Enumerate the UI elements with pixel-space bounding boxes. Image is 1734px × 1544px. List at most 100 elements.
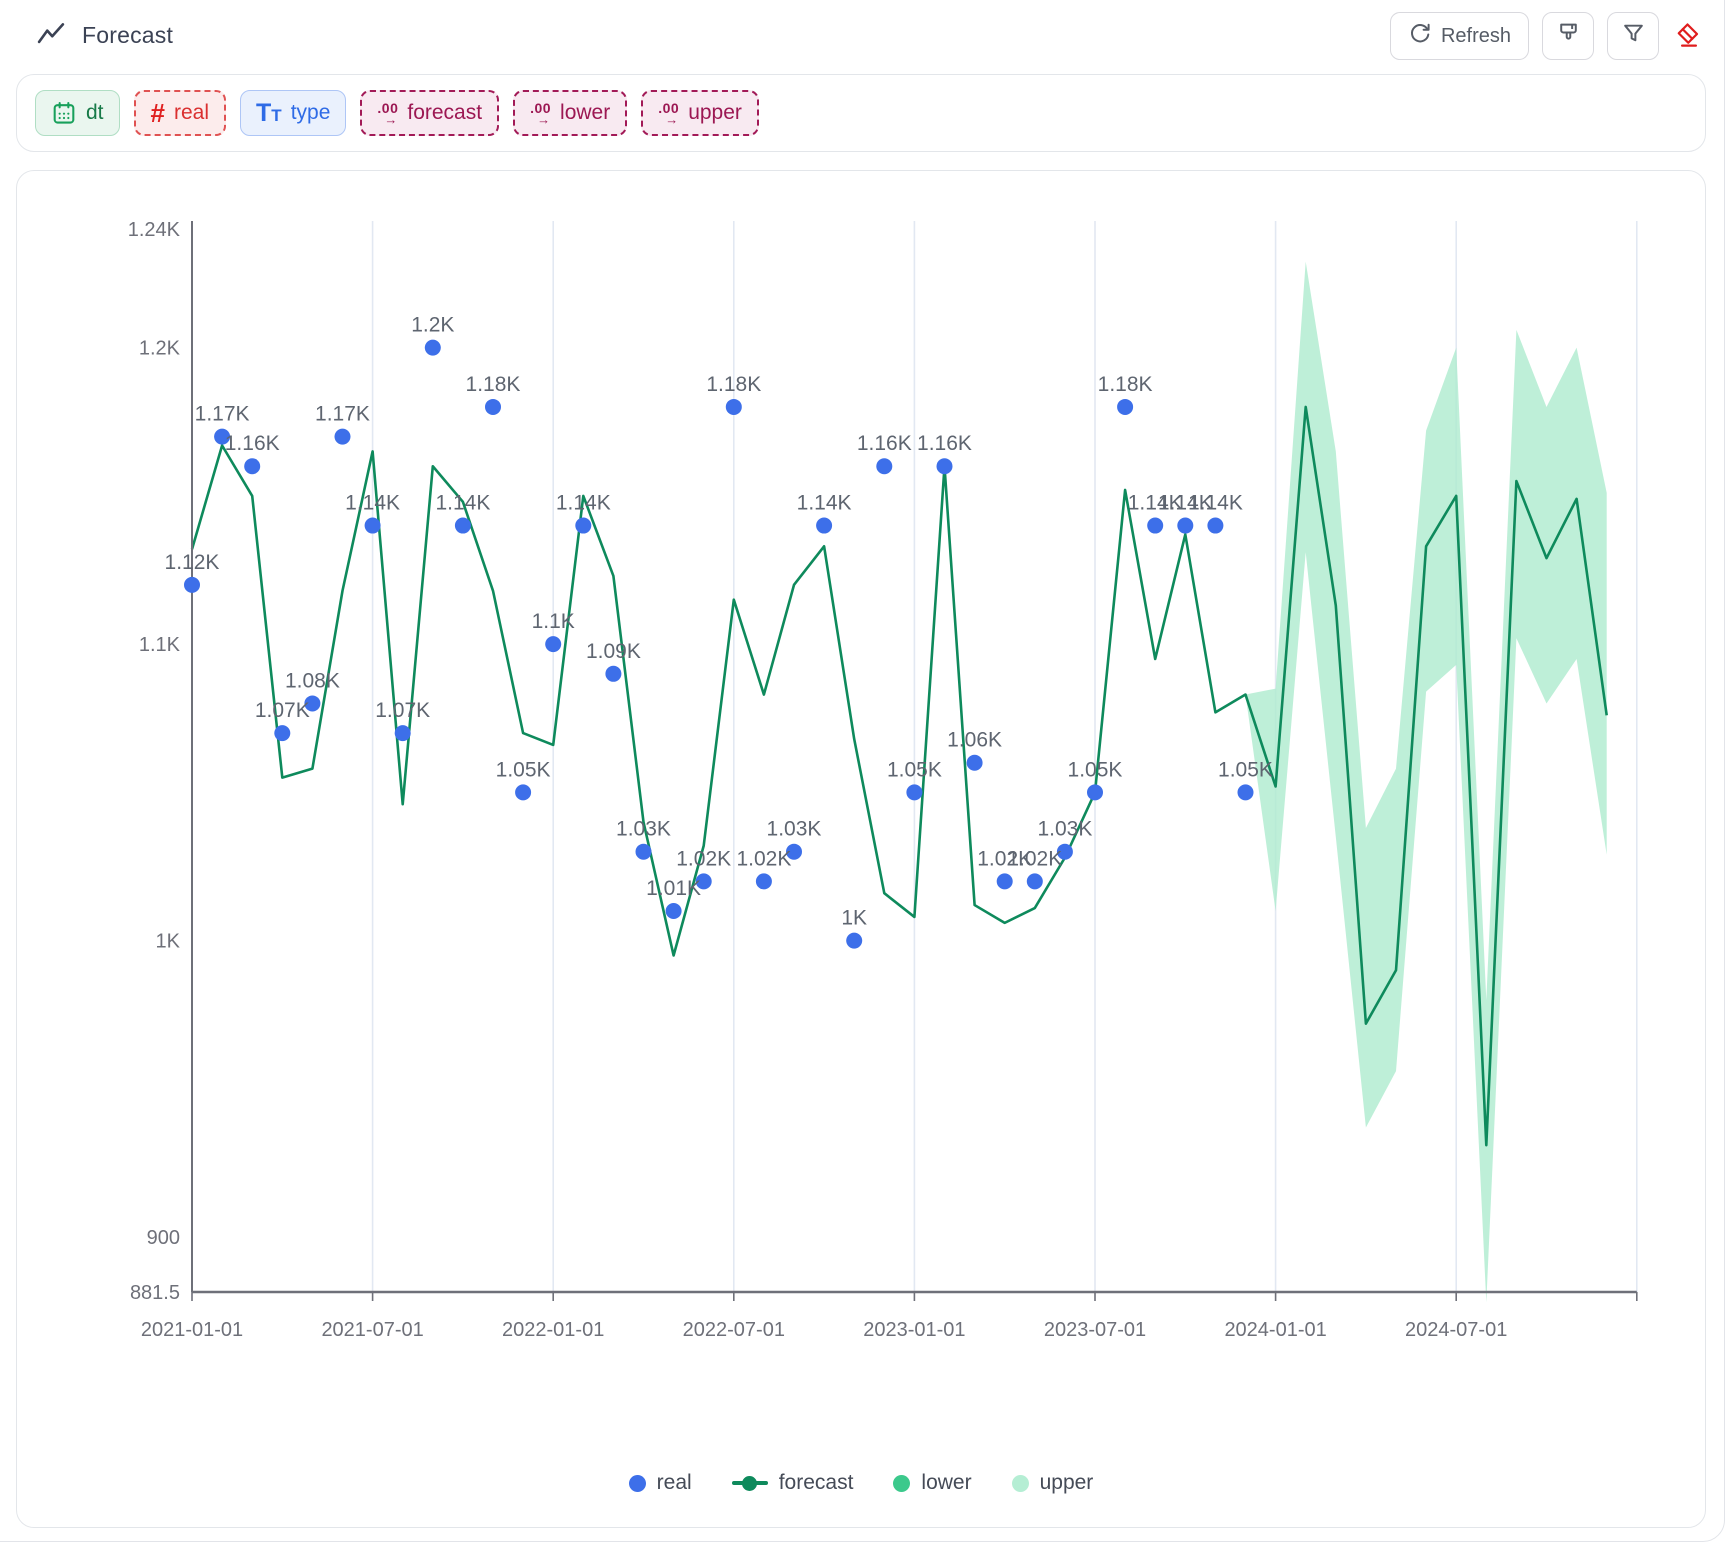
toolbar: Refresh: [1390, 12, 1706, 60]
point-label: 1.18K: [706, 373, 761, 396]
refresh-button[interactable]: Refresh: [1390, 12, 1529, 60]
y-axis-label: 881.5: [130, 1282, 180, 1304]
real-point: [906, 784, 922, 800]
filter-button[interactable]: [1607, 12, 1659, 60]
real-point: [1238, 784, 1254, 800]
point-label: 1.05K: [496, 758, 551, 781]
real-point: [515, 784, 531, 800]
real-point: [425, 340, 441, 356]
real-point: [1147, 518, 1163, 534]
legend-marker: [893, 1475, 910, 1492]
paintbrush-icon: [1556, 21, 1581, 52]
field-pill-lower[interactable]: .00→lower: [513, 90, 627, 136]
point-label: 1.05K: [1218, 758, 1273, 781]
real-point: [816, 518, 832, 534]
real-point: [1027, 873, 1043, 889]
fields-bar: dt #real TTtype .00→forecast .00→lower .00→ up…: [16, 74, 1706, 152]
y-axis-label: 900: [147, 1227, 180, 1249]
legend-item-forecast[interactable]: forecast: [732, 1471, 854, 1495]
x-axis-label: 2022-01-01: [502, 1319, 604, 1341]
chart-card: 2021-01-012021-07-012022-01-012022-07-01…: [16, 170, 1706, 1528]
point-label: 1.2K: [411, 314, 454, 337]
point-label: 1.1K: [532, 610, 575, 633]
style-button[interactable]: [1542, 12, 1594, 60]
x-axis-label: 2024-01-01: [1224, 1319, 1326, 1341]
point-label: 1.01K: [646, 877, 701, 900]
trend-line-icon: [36, 20, 66, 50]
point-label: 1.05K: [1068, 758, 1123, 781]
eraser-icon: [1674, 20, 1704, 53]
real-point: [1117, 399, 1133, 415]
point-label: 1.16K: [225, 432, 280, 455]
y-axis-label: 1.24K: [128, 219, 181, 241]
legend-marker: [629, 1475, 646, 1492]
point-label: 1.17K: [315, 403, 370, 426]
x-axis-label: 2023-07-01: [1044, 1319, 1146, 1341]
legend-item-lower[interactable]: lower: [893, 1471, 971, 1495]
legend-label: upper: [1040, 1471, 1094, 1495]
point-label: 1.02K: [736, 847, 791, 870]
real-point: [365, 518, 381, 534]
real-point: [1207, 518, 1223, 534]
field-pill-label: dt: [86, 101, 104, 125]
real-point: [184, 577, 200, 593]
decimal-icon: .00→: [658, 101, 679, 126]
legend-item-upper[interactable]: upper: [1012, 1471, 1094, 1495]
real-point: [244, 458, 260, 474]
point-label: 1.14K: [556, 492, 611, 515]
field-pill-upper[interactable]: .00→ upper: [641, 90, 759, 136]
legend-marker: [1012, 1475, 1029, 1492]
real-point: [1177, 518, 1193, 534]
real-point: [967, 755, 983, 771]
field-pill-type[interactable]: TTtype: [240, 90, 346, 136]
point-label: 1.18K: [1098, 373, 1153, 396]
y-axis-label: 1.1K: [139, 634, 181, 656]
legend-label: forecast: [779, 1471, 854, 1495]
point-label: 1.08K: [285, 669, 340, 692]
real-point: [876, 458, 892, 474]
real-point: [395, 725, 411, 741]
real-point: [485, 399, 501, 415]
real-point: [846, 933, 862, 949]
x-axis-label: 2024-07-01: [1405, 1319, 1507, 1341]
eraser-button[interactable]: [1672, 20, 1706, 53]
real-point: [997, 873, 1013, 889]
real-point: [335, 429, 351, 445]
field-pill-label: type: [291, 101, 331, 125]
field-pill-label: upper: [688, 101, 742, 125]
field-pill-forecast[interactable]: .00→forecast: [360, 90, 499, 136]
legend-item-real[interactable]: real: [629, 1471, 692, 1495]
point-label: 1.09K: [586, 640, 641, 663]
point-label: 1.14K: [1188, 492, 1243, 515]
x-axis-label: 2021-07-01: [321, 1319, 423, 1341]
point-label: 1.14K: [797, 492, 852, 515]
real-point: [605, 666, 621, 682]
real-point: [1087, 784, 1103, 800]
point-label: 1.18K: [466, 373, 521, 396]
real-point: [636, 844, 652, 860]
point-label: 1.07K: [375, 699, 430, 722]
point-label: 1.03K: [767, 818, 822, 841]
field-pill-real[interactable]: #real: [134, 90, 227, 136]
real-point: [756, 873, 772, 889]
real-point: [455, 518, 471, 534]
point-label: 1.07K: [255, 699, 310, 722]
real-point: [575, 518, 591, 534]
field-pill-label: real: [174, 101, 209, 125]
legend-label: lower: [921, 1471, 971, 1495]
real-point: [937, 458, 953, 474]
decimal-icon: .00→: [377, 101, 398, 126]
real-point: [666, 903, 682, 919]
point-label: 1.02K: [1007, 847, 1062, 870]
point-label: 1.06K: [947, 729, 1002, 752]
point-label: 1.14K: [345, 492, 400, 515]
calendar-icon: [51, 100, 77, 126]
x-axis-label: 2022-07-01: [683, 1319, 785, 1341]
point-label: 1.17K: [195, 403, 250, 426]
field-pill-dt[interactable]: dt: [35, 90, 120, 136]
point-label: 1.05K: [887, 758, 942, 781]
point-label: 1K: [841, 907, 867, 930]
legend-label: real: [657, 1471, 692, 1495]
y-axis-label: 1K: [156, 931, 181, 953]
header: Forecast Refresh: [0, 0, 1734, 72]
